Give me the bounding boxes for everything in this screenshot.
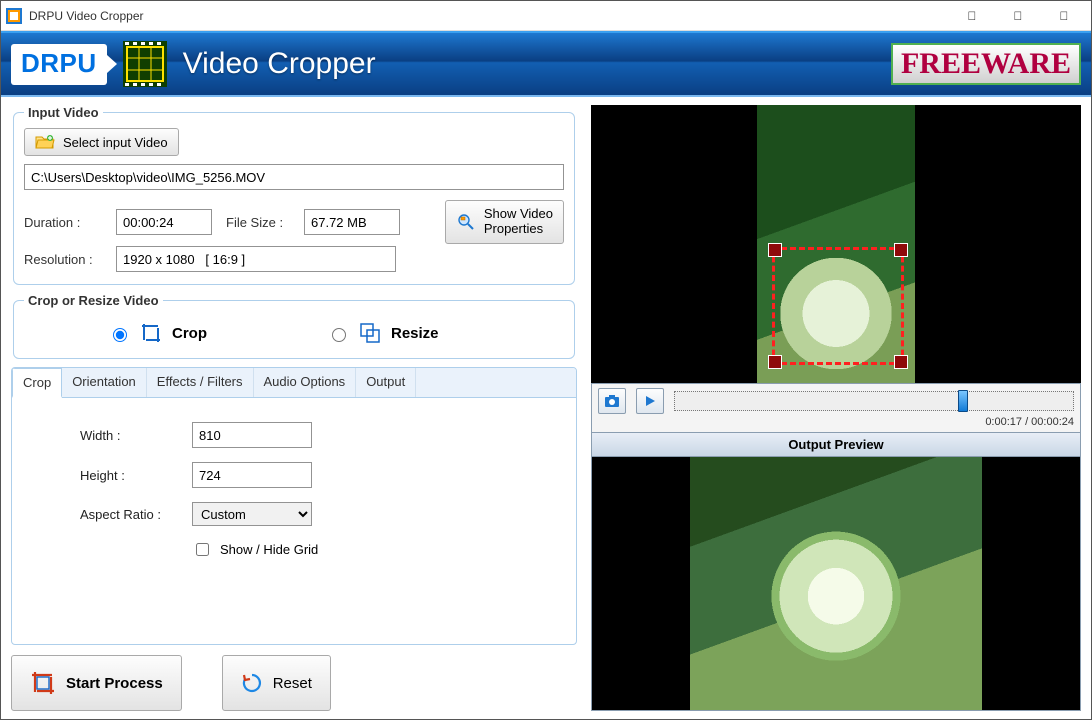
app-icon (5, 7, 23, 25)
width-label: Width : (40, 428, 180, 443)
options-tabs: Crop Orientation Effects / Filters Audio… (11, 367, 577, 645)
brand: DRPU Video Cropper (11, 39, 376, 89)
height-input[interactable] (192, 462, 312, 488)
resize-radio[interactable] (332, 328, 346, 342)
aspect-label: Aspect Ratio : (40, 507, 180, 522)
right-column: 0:00:17 / 00:00:24 Output Preview (591, 105, 1081, 711)
resolution-field (116, 246, 396, 272)
tab-output[interactable]: Output (356, 368, 416, 397)
input-video-group: Input Video Select input Video Duration … (13, 105, 575, 285)
crop-icon (140, 322, 162, 344)
show-grid-checkbox[interactable]: Show / Hide Grid (192, 540, 318, 559)
crop-handle-br[interactable] (894, 355, 908, 369)
tab-effects[interactable]: Effects / Filters (147, 368, 254, 397)
app-window: DRPU Video Cropper    DRPU Video Crop… (0, 0, 1092, 720)
minimize-button[interactable]:  (949, 1, 995, 30)
start-process-label: Start Process (66, 675, 163, 692)
crop-handle-bl[interactable] (768, 355, 782, 369)
height-label: Height : (40, 468, 180, 483)
output-preview-title: Output Preview (591, 433, 1081, 457)
titlebar: DRPU Video Cropper    (1, 1, 1091, 31)
crop-panel: Width : Height : Aspect Ratio : Custom (12, 398, 576, 644)
tab-audio[interactable]: Audio Options (254, 368, 357, 397)
play-icon (643, 394, 657, 408)
folder-open-icon (35, 134, 55, 150)
crop-action-icon (30, 670, 56, 696)
seek-bar[interactable] (674, 391, 1074, 411)
film-icon (117, 39, 173, 89)
app-header: DRPU Video Cropper FREEWARE (1, 31, 1091, 97)
show-grid-input[interactable] (196, 543, 209, 556)
resize-icon (359, 322, 381, 344)
timeline-time: 0:00:17 / 00:00:24 (598, 414, 1074, 428)
resolution-label: Resolution : (24, 252, 108, 267)
play-button[interactable] (636, 388, 664, 414)
drpu-logo: DRPU (11, 44, 107, 85)
magnifier-icon (456, 212, 476, 232)
reset-icon (241, 672, 263, 694)
freeware-badge: FREEWARE (891, 43, 1081, 85)
body: Input Video Select input Video Duration … (1, 97, 1091, 719)
tab-orientation[interactable]: Orientation (62, 368, 147, 397)
tab-header: Crop Orientation Effects / Filters Audio… (12, 368, 576, 398)
tab-crop[interactable]: Crop (12, 368, 62, 398)
close-button[interactable]:  (1041, 1, 1087, 30)
crop-label: Crop (172, 325, 207, 342)
select-input-label: Select input Video (63, 135, 168, 150)
reset-label: Reset (273, 675, 312, 692)
input-video-legend: Input Video (24, 105, 103, 120)
maximize-button[interactable]:  (995, 1, 1041, 30)
show-grid-label: Show / Hide Grid (220, 542, 318, 557)
action-bar: Start Process Reset (11, 655, 577, 711)
window-title: DRPU Video Cropper (29, 9, 949, 23)
camera-icon (604, 394, 620, 408)
timeline-bar: 0:00:17 / 00:00:24 (591, 383, 1081, 433)
snapshot-button[interactable] (598, 388, 626, 414)
input-path-field[interactable] (24, 164, 564, 190)
width-input[interactable] (192, 422, 312, 448)
duration-field (116, 209, 212, 235)
filesize-field (304, 209, 400, 235)
crop-resize-legend: Crop or Resize Video (24, 293, 163, 308)
app-title: Video Cropper (183, 47, 376, 81)
reset-button[interactable]: Reset (222, 655, 331, 711)
filesize-label: File Size : (226, 215, 296, 230)
crop-radio[interactable] (113, 328, 127, 342)
crop-handle-tr[interactable] (894, 243, 908, 257)
input-preview[interactable] (591, 105, 1081, 383)
output-preview (591, 457, 1081, 711)
crop-radio-option[interactable]: Crop (108, 322, 207, 344)
start-process-button[interactable]: Start Process (11, 655, 182, 711)
duration-label: Duration : (24, 215, 108, 230)
crop-rectangle[interactable] (772, 247, 904, 365)
show-video-properties-label: Show VideoProperties (484, 207, 553, 237)
resize-label: Resize (391, 325, 439, 342)
left-column: Input Video Select input Video Duration … (11, 105, 577, 711)
crop-resize-group: Crop or Resize Video Crop (13, 293, 575, 359)
select-input-button[interactable]: Select input Video (24, 128, 179, 156)
aspect-select[interactable]: Custom (192, 502, 312, 526)
output-image (690, 457, 983, 710)
crop-handle-tl[interactable] (768, 243, 782, 257)
resize-radio-option[interactable]: Resize (327, 322, 439, 344)
show-video-properties-button[interactable]: Show VideoProperties (445, 200, 564, 244)
seek-head[interactable] (958, 390, 968, 412)
